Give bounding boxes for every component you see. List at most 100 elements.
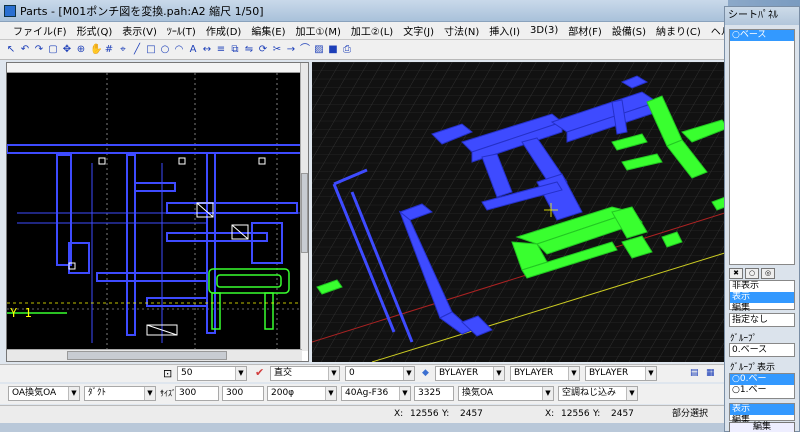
x-coord-label: X: — [394, 409, 404, 419]
layer-tool-icon[interactable]: ▦ — [706, 366, 715, 381]
menu-process-1[interactable]: 加工①(M) — [290, 23, 345, 38]
kind-value: ﾀﾞｸﾄ — [88, 388, 107, 398]
mode-hidden[interactable]: 非表示 — [730, 281, 794, 292]
x-coord-value: 12556 — [410, 409, 439, 419]
snap-grid-icon[interactable]: ⊡ — [163, 366, 172, 381]
block-icon[interactable]: ■ — [328, 44, 338, 56]
print-icon[interactable]: ⎙ — [342, 44, 352, 56]
sheet-item-base[interactable]: ○ベース — [730, 30, 794, 41]
redo-icon[interactable]: ↷ — [34, 44, 44, 56]
scroll-thumb[interactable] — [301, 173, 308, 253]
edit-button[interactable]: 編集 — [729, 422, 795, 432]
undo-icon[interactable]: ↶ — [20, 44, 30, 56]
angle-dropdown[interactable]: 0 ▼ — [345, 366, 415, 381]
line-icon[interactable]: ╱ — [132, 44, 142, 56]
perspective-view-3d[interactable] — [312, 62, 728, 362]
sheet-list[interactable]: ○ベース — [729, 29, 795, 265]
circle-icon[interactable]: ○ — [745, 268, 759, 279]
color-dropdown[interactable]: BYLAYER ▼ — [435, 366, 505, 381]
menu-tools[interactable]: ﾂｰﾙ(T) — [162, 23, 201, 38]
group-mode-show[interactable]: 表示 — [730, 404, 794, 415]
group-item-0[interactable]: ○0.ベー — [730, 374, 794, 385]
menu-process-2[interactable]: 加工②(L) — [346, 23, 398, 38]
menu-parts[interactable]: 部材(F) — [563, 23, 607, 38]
chevron-down-icon[interactable]: ▼ — [568, 367, 579, 380]
usage-value: 換気OA — [462, 388, 494, 398]
pan-icon[interactable]: ✋ — [90, 44, 102, 56]
scale-dropdown[interactable]: 50 ▼ — [177, 366, 247, 381]
chevron-down-icon[interactable]: ▼ — [68, 387, 79, 400]
length-input[interactable]: 3325 — [414, 386, 454, 401]
vertical-scrollbar[interactable] — [300, 63, 308, 351]
plan-view-2d[interactable]: Y 1 — [6, 62, 309, 362]
chevron-down-icon[interactable]: ▼ — [325, 387, 336, 400]
menu-dimension[interactable]: 寸法(N) — [439, 23, 484, 38]
target-icon[interactable]: ◎ — [761, 268, 775, 279]
chevron-down-icon[interactable]: ▼ — [542, 387, 553, 400]
line-mode-dropdown[interactable]: 直交 ▼ — [270, 366, 340, 381]
chevron-down-icon[interactable]: ▼ — [235, 367, 246, 380]
menu-text[interactable]: 文字(J) — [398, 23, 439, 38]
pointer-icon[interactable]: ↖ — [6, 44, 16, 56]
chevron-down-icon[interactable]: ▼ — [403, 367, 414, 380]
menu-3d[interactable]: 3D(3) — [525, 25, 563, 36]
chevron-down-icon[interactable]: ▼ — [144, 387, 155, 400]
arc-icon[interactable]: ◠ — [174, 44, 184, 56]
layer-icon[interactable]: ≡ — [216, 44, 226, 56]
menu-view[interactable]: 表示(V) — [117, 23, 162, 38]
grid-icon[interactable]: # — [104, 44, 114, 56]
rect-icon[interactable]: □ — [146, 44, 156, 56]
linetype-dropdown[interactable]: BYLAYER ▼ — [510, 366, 580, 381]
group-mode-list[interactable]: 表示 編集 — [729, 403, 795, 425]
chevron-down-icon[interactable]: ▼ — [399, 387, 410, 400]
width-input[interactable]: 300 — [175, 386, 219, 401]
snap-icon[interactable]: ⌖ — [118, 44, 128, 56]
angle-value: 0 — [349, 368, 355, 378]
system-value: OA換気OA — [12, 388, 57, 398]
layer-tool-icon[interactable]: ▤ — [690, 366, 699, 381]
spec-dropdown[interactable]: 40Ag-F36 ▼ — [341, 386, 411, 401]
select-icon[interactable]: ▢ — [48, 44, 58, 56]
usage-dropdown[interactable]: 換気OA ▼ — [458, 386, 554, 401]
system-dropdown[interactable]: OA換気OA ▼ — [8, 386, 80, 401]
group-list[interactable]: ○0.ベー ○1.ベー — [729, 373, 795, 399]
chevron-down-icon[interactable]: ▼ — [626, 387, 637, 400]
menu-equipment[interactable]: 設備(S) — [607, 23, 651, 38]
move-icon[interactable]: ✥ — [62, 44, 72, 56]
chevron-down-icon[interactable]: ▼ — [493, 367, 504, 380]
scroll-thumb[interactable] — [67, 351, 227, 360]
fillet-icon[interactable]: ⌒ — [300, 44, 310, 56]
delete-icon[interactable]: ✖ — [729, 268, 743, 279]
menu-edit[interactable]: 編集(E) — [246, 23, 290, 38]
menu-insert[interactable]: 挿入(I) — [484, 23, 525, 38]
horizontal-scrollbar[interactable] — [7, 349, 302, 361]
rotate-icon[interactable]: ⟳ — [258, 44, 268, 56]
group-item-1[interactable]: ○1.ベー — [730, 385, 794, 396]
chevron-down-icon[interactable]: ▼ — [328, 367, 339, 380]
trim-icon[interactable]: ✂ — [272, 44, 282, 56]
hatch-icon[interactable]: ▨ — [314, 44, 324, 56]
chevron-down-icon[interactable]: ▼ — [645, 367, 656, 380]
dimension-icon[interactable]: ↔ — [202, 44, 212, 56]
filter-dropdown[interactable]: 指定なし — [729, 313, 795, 327]
extend-icon[interactable]: → — [286, 44, 296, 56]
menu-fitting[interactable]: 納まり(C) — [651, 23, 706, 38]
menu-format[interactable]: 形式(Q) — [72, 23, 118, 38]
drawing-canvas-2d[interactable]: Y 1 — [7, 73, 302, 351]
lineweight-dropdown[interactable]: BYLAYER ▼ — [585, 366, 657, 381]
text-icon[interactable]: A — [188, 44, 198, 56]
copy-icon[interactable]: ⧉ — [230, 44, 240, 56]
joint-dropdown[interactable]: 空調ねじ込み ▼ — [558, 386, 638, 401]
diameter-dropdown[interactable]: 200φ ▼ — [267, 386, 337, 401]
mirror-icon[interactable]: ⇋ — [244, 44, 254, 56]
circle-icon[interactable]: ○ — [160, 44, 170, 56]
display-mode-list[interactable]: 非表示 表示 編集 — [729, 280, 795, 313]
group-dropdown[interactable]: 0.ベース — [729, 343, 795, 357]
kind-dropdown[interactable]: ﾀﾞｸﾄ ▼ — [84, 386, 156, 401]
menu-create[interactable]: 作成(D) — [201, 23, 247, 38]
height-input[interactable]: 300 — [222, 386, 264, 401]
zoom-icon[interactable]: ⊕ — [76, 44, 86, 56]
checkmark-icon[interactable]: ✔ — [255, 365, 264, 380]
mode-show[interactable]: 表示 — [730, 292, 794, 303]
menu-file[interactable]: ファイル(F) — [8, 23, 72, 38]
